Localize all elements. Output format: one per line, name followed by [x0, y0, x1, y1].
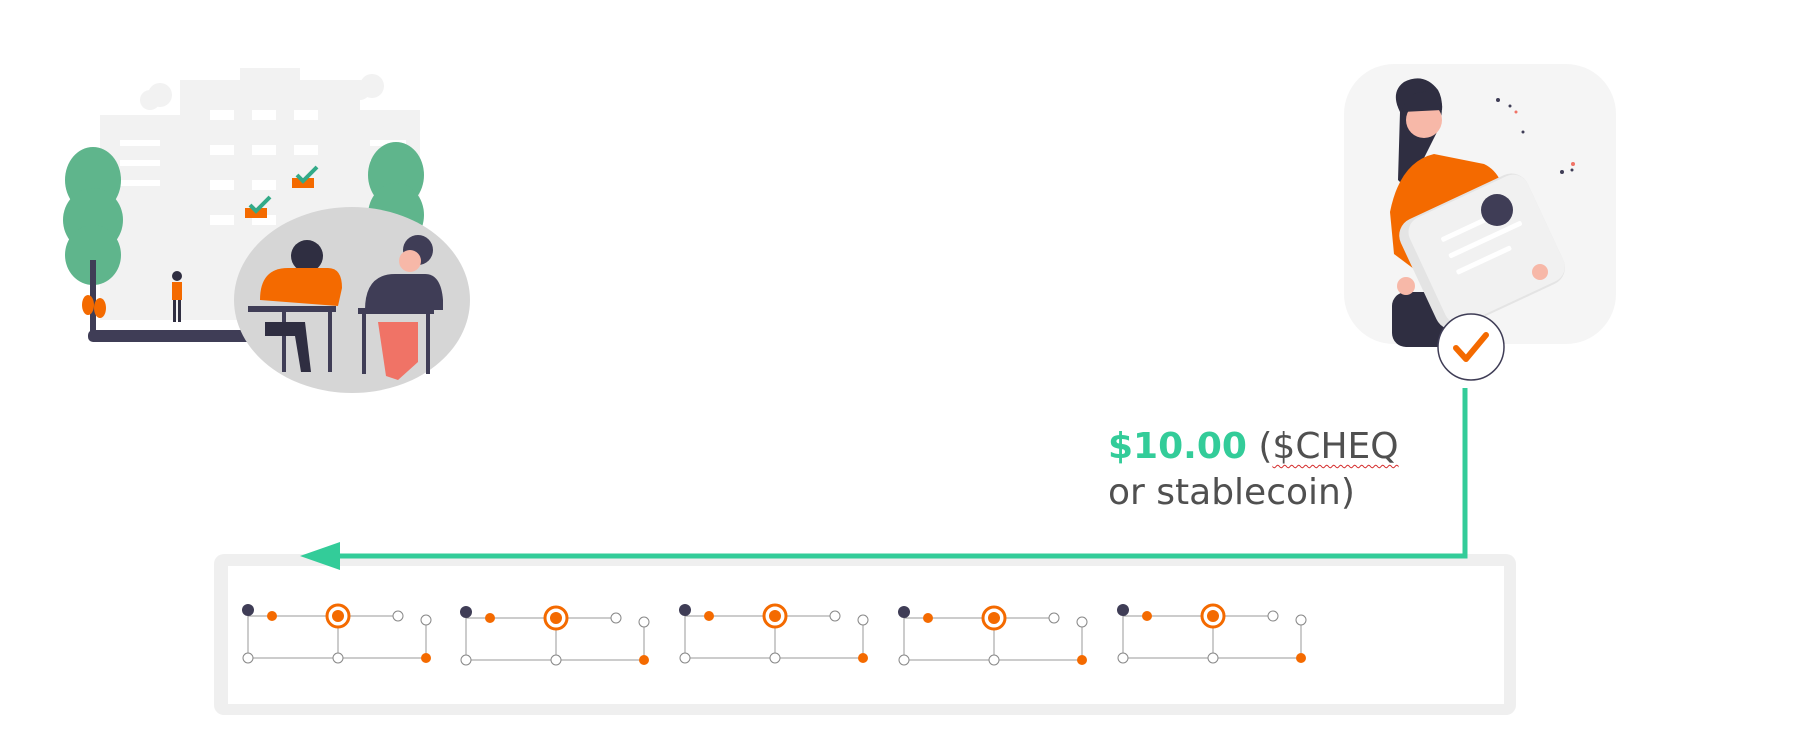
arrow-head-icon [300, 542, 340, 570]
arrow-line [330, 388, 1468, 559]
payment-flow-diagram: $10.00 ($CHEQ or stablecoin) [0, 0, 1809, 750]
payment-flow-arrow [300, 388, 1468, 570]
